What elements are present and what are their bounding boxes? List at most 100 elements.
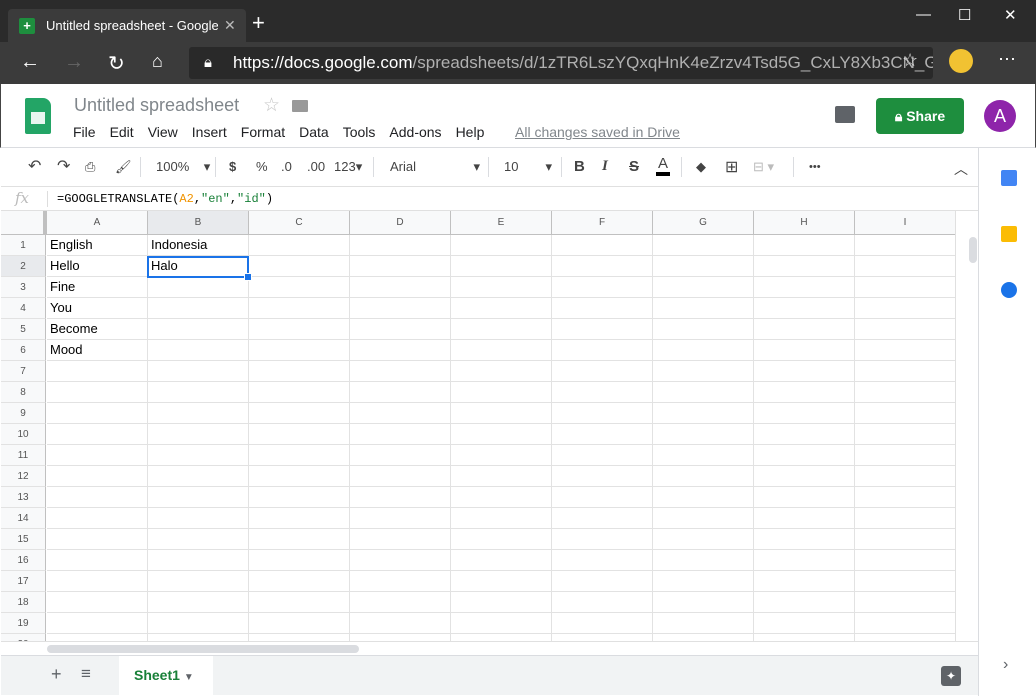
cell[interactable] [855, 445, 955, 466]
cell[interactable] [754, 445, 855, 466]
cell[interactable] [47, 403, 148, 424]
cell[interactable] [47, 613, 148, 634]
horizontal-scrollbar[interactable] [1, 641, 978, 655]
cell[interactable] [552, 340, 653, 361]
font-select[interactable]: Arial ▾ [390, 159, 480, 174]
cell[interactable] [47, 382, 148, 403]
calendar-icon[interactable] [1001, 170, 1017, 186]
folder-icon[interactable] [292, 100, 308, 112]
cell[interactable] [350, 592, 451, 613]
cell[interactable] [855, 277, 955, 298]
cell[interactable] [754, 508, 855, 529]
cell[interactable] [47, 550, 148, 571]
maximize-button[interactable]: ☐ [958, 6, 971, 24]
cell[interactable] [148, 340, 249, 361]
cell[interactable] [350, 445, 451, 466]
expand-panel-icon[interactable]: › [1003, 656, 1008, 674]
cell[interactable] [249, 466, 350, 487]
cell[interactable] [350, 403, 451, 424]
cell[interactable] [350, 529, 451, 550]
cell[interactable] [653, 277, 754, 298]
cell[interactable] [148, 403, 249, 424]
undo-icon[interactable]: ↶ [28, 156, 41, 176]
italic-button[interactable]: I [602, 158, 608, 175]
cell[interactable] [653, 592, 754, 613]
row-header[interactable]: 9 [1, 403, 46, 424]
cell[interactable] [653, 487, 754, 508]
column-header[interactable]: G [653, 211, 754, 235]
cell[interactable] [249, 529, 350, 550]
cell[interactable] [451, 613, 552, 634]
menu-insert[interactable]: Insert [192, 124, 227, 140]
cell[interactable]: Become [47, 319, 148, 340]
back-icon[interactable]: ← [20, 51, 40, 74]
row-header[interactable]: 10 [1, 424, 46, 445]
cell[interactable] [451, 550, 552, 571]
cell[interactable] [754, 571, 855, 592]
cell[interactable] [653, 445, 754, 466]
cell[interactable] [552, 382, 653, 403]
cell[interactable] [855, 571, 955, 592]
cell[interactable] [249, 319, 350, 340]
row-header[interactable]: 16 [1, 550, 46, 571]
column-header[interactable]: F [552, 211, 653, 235]
cell[interactable] [350, 319, 451, 340]
cell[interactable] [653, 508, 754, 529]
cell[interactable] [855, 424, 955, 445]
cell[interactable] [350, 424, 451, 445]
cell[interactable] [350, 235, 451, 256]
cell[interactable] [47, 571, 148, 592]
close-window-button[interactable]: ✕ [1004, 6, 1017, 24]
number-format-button[interactable]: 123▾ [334, 159, 362, 175]
row-header[interactable]: 1 [1, 235, 46, 256]
row-header[interactable]: 6 [1, 340, 46, 361]
cell[interactable] [855, 256, 955, 277]
cell[interactable] [653, 340, 754, 361]
column-header[interactable]: E [451, 211, 552, 235]
redo-icon[interactable]: ↷ [57, 156, 70, 176]
row-header[interactable]: 2 [1, 256, 46, 277]
cell[interactable] [451, 487, 552, 508]
cell[interactable] [350, 508, 451, 529]
row-header[interactable]: 8 [1, 382, 46, 403]
cell[interactable] [754, 256, 855, 277]
cell[interactable] [754, 613, 855, 634]
row-header[interactable]: 14 [1, 508, 46, 529]
merge-cells-icon[interactable]: ⊟ ▾ [753, 159, 774, 175]
decrease-decimal-button[interactable]: .0 [281, 159, 292, 174]
menu-tools[interactable]: Tools [343, 124, 376, 140]
cell[interactable] [754, 634, 855, 641]
row-header[interactable]: 11 [1, 445, 46, 466]
cell[interactable] [350, 466, 451, 487]
scroll-thumb[interactable] [969, 237, 977, 263]
cell[interactable] [148, 445, 249, 466]
cell[interactable] [47, 361, 148, 382]
cell[interactable] [855, 403, 955, 424]
cell[interactable] [552, 550, 653, 571]
menu-data[interactable]: Data [299, 124, 329, 140]
cell[interactable] [552, 445, 653, 466]
cell[interactable] [451, 361, 552, 382]
cell[interactable] [855, 613, 955, 634]
cell[interactable] [451, 235, 552, 256]
cell[interactable]: English [47, 235, 148, 256]
cell[interactable] [148, 550, 249, 571]
cell[interactable] [249, 277, 350, 298]
profile-avatar[interactable] [949, 49, 973, 73]
cell[interactable] [148, 361, 249, 382]
cell[interactable] [754, 466, 855, 487]
cell[interactable] [855, 466, 955, 487]
strikethrough-button[interactable]: S [629, 158, 639, 175]
cell[interactable] [148, 487, 249, 508]
cell[interactable] [350, 277, 451, 298]
cell[interactable] [451, 340, 552, 361]
cell[interactable] [552, 277, 653, 298]
cell[interactable] [148, 382, 249, 403]
row-header[interactable]: 7 [1, 361, 46, 382]
cell[interactable] [855, 550, 955, 571]
cell[interactable] [653, 403, 754, 424]
cell[interactable] [552, 298, 653, 319]
star-icon[interactable]: ☆ [263, 94, 280, 117]
cell[interactable] [47, 634, 148, 641]
cell[interactable]: Fine [47, 277, 148, 298]
